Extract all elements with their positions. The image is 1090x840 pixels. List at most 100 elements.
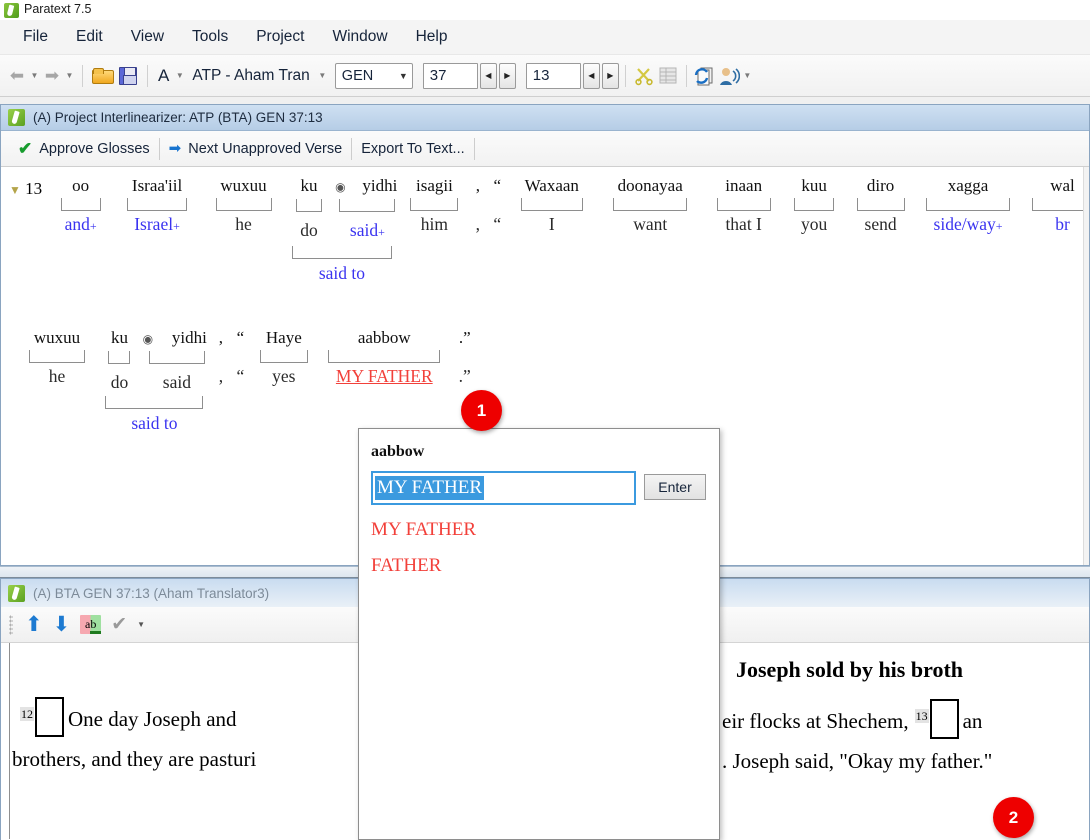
word-group[interactable]: ku ◉ yidhi — [99, 327, 209, 435]
spell-check-ab-icon[interactable]: ab — [80, 615, 102, 634]
menu-tools[interactable]: Tools — [178, 25, 242, 49]
gloss-word[interactable]: he — [212, 212, 276, 236]
gloss-input-value: MY FATHER — [375, 476, 485, 500]
chapter-next-button[interactable]: ▶ — [498, 62, 516, 89]
menu-window[interactable]: Window — [318, 25, 401, 49]
word-cell[interactable]: Haye yes — [253, 327, 315, 388]
word-cell-aabbow[interactable]: aabbow MY FATHER — [319, 327, 449, 388]
down-arrow-icon[interactable]: ⬇ — [53, 614, 71, 635]
gloss-input[interactable]: MY FATHER — [371, 471, 636, 505]
gloss-word[interactable]: yes — [259, 364, 309, 388]
editor-left-column[interactable]: 12 One day Joseph and brothers, and they … — [9, 643, 359, 839]
gloss-word[interactable]: said+ — [332, 218, 402, 244]
gloss-word[interactable]: send — [854, 212, 908, 236]
approve-glosses-label: Approve Glosses — [39, 140, 150, 157]
scissors-icon[interactable] — [632, 64, 656, 88]
word-cell[interactable]: oo and+ — [53, 175, 109, 238]
menu-file[interactable]: File — [9, 25, 62, 49]
book-select[interactable]: GEN ▼ — [334, 62, 413, 89]
menu-help[interactable]: Help — [402, 25, 462, 49]
project-caret-icon[interactable]: ▼ — [316, 65, 329, 87]
approve-glosses-button[interactable]: ✔ Approve Glosses — [9, 138, 159, 159]
gloss-bracket — [328, 350, 441, 363]
paratext-window-icon — [8, 109, 25, 126]
gloss-bracket — [105, 396, 204, 409]
person-speaking-icon[interactable] — [717, 64, 741, 88]
font-button[interactable]: A — [154, 66, 173, 86]
chapter-input[interactable]: 37 — [422, 62, 478, 89]
merged-gloss-word[interactable]: said to — [290, 261, 394, 285]
gloss-word[interactable]: want — [604, 212, 696, 236]
forward-arrow-icon[interactable]: ➡ — [41, 65, 63, 87]
word-cell[interactable]: inaan that I — [707, 175, 781, 236]
open-folder-icon[interactable] — [89, 63, 115, 89]
gloss-word[interactable]: and+ — [59, 212, 103, 238]
gray-check-icon[interactable]: ✔ — [111, 615, 127, 634]
refresh-documents-icon[interactable] — [693, 64, 717, 88]
table-grid-icon[interactable] — [656, 64, 680, 88]
save-disk-icon[interactable] — [115, 63, 141, 89]
speaker-caret-icon[interactable]: ▼ — [741, 65, 754, 87]
gloss-word[interactable]: that I — [713, 212, 775, 236]
word-group[interactable]: ku ◉ yidhi — [286, 175, 398, 285]
source-word: yidhi — [362, 176, 398, 195]
word-cell[interactable]: wuxuu he — [206, 175, 282, 236]
word-cell[interactable]: diro send — [848, 175, 914, 236]
chapter-prev-button[interactable]: ◀ — [479, 62, 497, 89]
menu-edit[interactable]: Edit — [62, 25, 117, 49]
gloss-bracket — [339, 199, 396, 212]
forward-history-caret-icon[interactable]: ▼ — [63, 65, 76, 87]
next-unapproved-verse-label: Next Unapproved Verse — [188, 140, 343, 157]
gloss-word[interactable]: do — [290, 218, 328, 242]
back-history-caret-icon[interactable]: ▼ — [28, 65, 41, 87]
gloss-option-my-father[interactable]: MY FATHER — [371, 519, 719, 541]
verse-input[interactable]: 13 — [525, 62, 581, 89]
gloss-word-my-father[interactable]: MY FATHER — [325, 364, 443, 388]
enter-button[interactable]: Enter — [644, 474, 706, 500]
gloss-edit-popup: aabbow MY FATHER Enter MY FATHER FATHER — [358, 428, 720, 840]
font-caret-icon[interactable]: ▼ — [173, 65, 186, 87]
verse-note-box[interactable] — [35, 697, 64, 737]
word-cell[interactable]: kuu you — [785, 175, 843, 236]
word-cell[interactable]: Waxaan I — [510, 175, 594, 236]
word-cell[interactable]: Israa'iil Israel+ — [113, 175, 201, 238]
gloss-word[interactable]: said — [140, 370, 214, 394]
interlinearizer-caption-text: (A) Project Interlinearizer: ATP (BTA) G… — [33, 110, 323, 125]
editor-right-column[interactable]: Joseph sold by his broth eir flocks at S… — [719, 643, 1089, 839]
verse-next-button[interactable]: ▶ — [601, 62, 619, 89]
gloss-word[interactable]: I — [516, 212, 588, 236]
word-cell[interactable]: isagii him — [402, 175, 466, 236]
next-unapproved-verse-button[interactable]: ➡ Next Unapproved Verse — [160, 139, 352, 159]
merged-gloss-group[interactable]: said to — [103, 396, 205, 435]
interlinear-scrollbar[interactable] — [1083, 167, 1089, 565]
dropdown-caret-icon[interactable]: ▼ — [137, 620, 145, 629]
gloss-option-father[interactable]: FATHER — [371, 555, 719, 577]
merged-gloss-word[interactable]: said to — [103, 411, 205, 435]
word-cell[interactable]: xagga side/way+ — [918, 175, 1018, 238]
gloss-word[interactable]: Israel+ — [119, 212, 195, 238]
verse-prev-button[interactable]: ◀ — [582, 62, 600, 89]
gloss-bracket — [215, 198, 272, 211]
gloss-word[interactable]: him — [408, 212, 460, 236]
menu-project[interactable]: Project — [242, 25, 318, 49]
gloss-word[interactable]: do — [103, 370, 135, 394]
back-arrow-icon[interactable]: ⬅ — [6, 65, 28, 87]
verse-note-box[interactable] — [929, 699, 959, 739]
gloss-word[interactable]: you — [791, 212, 837, 236]
project-label[interactable]: ATP - Aham Tran — [186, 67, 315, 85]
export-to-text-button[interactable]: Export To Text... — [352, 139, 473, 159]
merged-gloss-group[interactable]: said to — [290, 246, 394, 285]
source-word: ku — [110, 328, 128, 347]
toolbar-grip[interactable] — [9, 614, 13, 635]
word-cell[interactable]: wuxuu he — [19, 327, 95, 388]
menu-view[interactable]: View — [117, 25, 178, 49]
up-arrow-icon[interactable]: ⬆ — [25, 614, 43, 635]
word-cell[interactable]: doonayaa want — [598, 175, 702, 236]
gloss-bracket — [127, 198, 188, 211]
gloss-bracket — [29, 350, 85, 363]
interlinear-row: ▼ 13 oo and+ Israa'iil Israel+ wuxuu he — [9, 175, 1089, 285]
gloss-word[interactable]: br — [1028, 212, 1089, 236]
gloss-word[interactable]: side/way+ — [924, 212, 1012, 238]
word-cell[interactable]: wal br — [1022, 175, 1089, 236]
gloss-word[interactable]: he — [25, 364, 89, 388]
